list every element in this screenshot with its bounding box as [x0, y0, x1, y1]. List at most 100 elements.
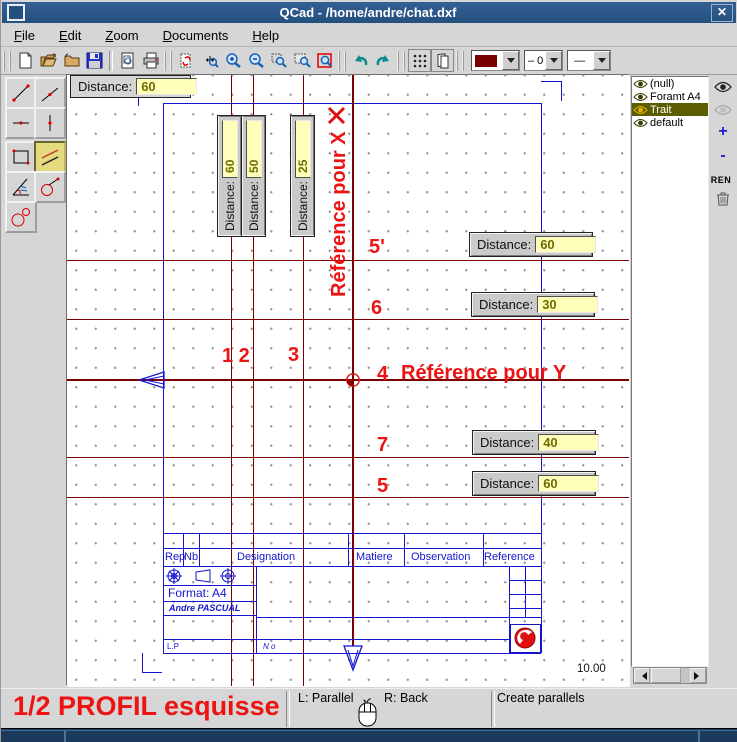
- distance-input[interactable]: [537, 296, 598, 313]
- linestyle-dropdown-arrow[interactable]: [593, 51, 610, 70]
- rectangle-tool[interactable]: [5, 141, 37, 173]
- save-button[interactable]: [83, 49, 106, 72]
- menu-file[interactable]: File: [5, 26, 44, 45]
- pages-button[interactable]: [431, 49, 454, 72]
- linestyle-select[interactable]: —: [567, 50, 611, 71]
- distance-input[interactable]: [136, 78, 197, 95]
- construction-line-h7: [67, 457, 629, 458]
- reference-arrow-down: [342, 644, 364, 672]
- scroll-right-button[interactable]: [690, 668, 706, 683]
- redraw-button[interactable]: [175, 49, 198, 72]
- window-menu-icon[interactable]: [7, 4, 25, 21]
- status-annotation: 1/2 PROFIL esquisse: [13, 691, 280, 722]
- toolbar-handle[interactable]: [338, 51, 346, 71]
- scroll-left-button[interactable]: [634, 668, 650, 683]
- current-color-swatch: [475, 55, 497, 67]
- window-title: QCad - /home/andre/chat.dxf: [25, 5, 711, 20]
- zoom-window-button[interactable]: [267, 49, 290, 72]
- layer-name: (null): [650, 78, 674, 90]
- distance-input[interactable]: [538, 434, 599, 451]
- title-bar[interactable]: QCad - /home/andre/chat.dxf ✕: [2, 2, 736, 23]
- qcad-window: QCad - /home/andre/chat.dxf ✕ File Edit …: [0, 0, 737, 742]
- annotation-12: 1 2: [222, 345, 250, 368]
- color-select[interactable]: [471, 50, 520, 71]
- annotation-5: 5: [377, 475, 388, 498]
- toolbar-handle[interactable]: [397, 51, 405, 71]
- close-button[interactable]: ✕: [711, 4, 733, 22]
- distance-box: Distance:: [469, 232, 593, 257]
- print-preview-button[interactable]: [116, 49, 139, 72]
- distance-label: Distance:: [223, 181, 237, 231]
- menu-zoom[interactable]: Zoom: [96, 26, 147, 45]
- title-block-format: Format: A4: [168, 586, 227, 600]
- layer-list-hscrollbar[interactable]: [633, 667, 707, 684]
- zoom-auto-button[interactable]: [198, 49, 221, 72]
- rename-layer-button[interactable]: REN: [710, 171, 732, 189]
- zoom-pan-button[interactable]: [290, 49, 313, 72]
- open-file-button[interactable]: [37, 49, 60, 72]
- drawing-canvas[interactable]: Rep Nb Designation Matiere Observation R…: [67, 75, 629, 686]
- layer-item-format-a4[interactable]: Foramt A4: [632, 90, 708, 103]
- print-button[interactable]: [139, 49, 162, 72]
- menu-help[interactable]: Help: [243, 26, 288, 45]
- line-horizontal-tool[interactable]: [5, 107, 37, 139]
- line-angle-tool[interactable]: [34, 77, 66, 109]
- toolbar-separator: [109, 51, 113, 71]
- distance-input[interactable]: [295, 120, 311, 178]
- grid-spacing-indicator: 10.00: [577, 663, 606, 675]
- vertical-distance-widget: Distance:: [241, 115, 266, 237]
- distance-input[interactable]: [222, 120, 238, 178]
- width-dropdown-arrow[interactable]: [545, 51, 562, 70]
- zoom-previous-button[interactable]: [313, 49, 336, 72]
- redo-button[interactable]: [372, 49, 395, 72]
- bisector-icon: [10, 176, 32, 198]
- layer-list[interactable]: (null) Foramt A4 Trait default: [631, 76, 709, 667]
- distance-input[interactable]: [246, 120, 262, 178]
- layer-item-null[interactable]: (null): [632, 77, 708, 90]
- bottom-edge-divider: [698, 731, 700, 742]
- distance-input[interactable]: [535, 236, 596, 253]
- open-folder-button[interactable]: [60, 49, 83, 72]
- tangent-line-tool[interactable]: [34, 171, 66, 203]
- line-two-points-icon: [10, 82, 32, 104]
- color-dropdown-arrow[interactable]: [502, 51, 519, 70]
- distance-label: Distance:: [480, 435, 534, 450]
- parallel-tool[interactable]: [34, 141, 66, 173]
- toolbar-handle[interactable]: [456, 51, 464, 71]
- window-bottom-edge: [1, 728, 737, 742]
- layer-item-trait[interactable]: Trait: [632, 103, 708, 116]
- grid-toggle-button[interactable]: [408, 49, 431, 72]
- title-block-line: [199, 533, 200, 566]
- tangent-circles-tool[interactable]: [5, 201, 37, 233]
- distance-label: Distance:: [480, 476, 534, 491]
- menu-documents[interactable]: Documents: [154, 26, 238, 45]
- line-two-points-tool[interactable]: [5, 77, 37, 109]
- undo-button[interactable]: [349, 49, 372, 72]
- width-select[interactable]: – 0: [524, 50, 563, 71]
- add-layer-button[interactable]: +: [712, 123, 734, 141]
- show-layer-button[interactable]: [712, 78, 734, 96]
- bisector-tool[interactable]: [5, 171, 37, 203]
- scroll-thumb[interactable]: [651, 668, 681, 683]
- title-block-line: [163, 615, 256, 616]
- line-vertical-tool[interactable]: [34, 107, 66, 139]
- annotation-7: 7: [377, 434, 388, 457]
- layer-item-default[interactable]: default: [632, 116, 708, 129]
- distance-input[interactable]: [538, 475, 599, 492]
- toolbar-handle[interactable]: [3, 51, 11, 71]
- status-hint: Create parallels: [497, 691, 585, 705]
- toolbar-handle[interactable]: [164, 51, 172, 71]
- tool-options-bar: Distance:: [70, 75, 191, 98]
- delete-layer-button[interactable]: [712, 189, 734, 207]
- title-block-header-reference: Reference: [484, 551, 535, 563]
- zoom-in-button[interactable]: [221, 49, 244, 72]
- hide-layer-button[interactable]: [712, 101, 734, 119]
- new-file-button[interactable]: [14, 49, 37, 72]
- qcad-logo: [510, 624, 541, 653]
- menu-edit[interactable]: Edit: [50, 26, 90, 45]
- redo-icon: [374, 52, 393, 69]
- layer-panel: (null) Foramt A4 Trait default: [630, 75, 737, 686]
- status-bar: 1/2 PROFIL esquisse L: Parallel R: Back …: [1, 688, 737, 729]
- zoom-out-button[interactable]: [244, 49, 267, 72]
- remove-layer-button[interactable]: -: [712, 147, 734, 165]
